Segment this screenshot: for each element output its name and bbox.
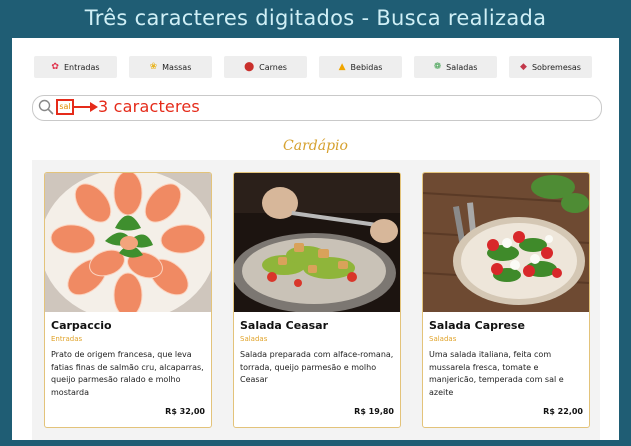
dessert-icon: ◆ (520, 61, 527, 72)
category-bar: ✿ Entradas ❀ Massas ⬤ Carnes ▲ Bebidas ❁… (34, 56, 592, 78)
meat-icon: ⬤ (244, 61, 255, 72)
category-label: Carnes (259, 62, 287, 72)
category-button-carnes[interactable]: ⬤ Carnes (224, 56, 307, 78)
item-name: Salada Ceasar (240, 319, 329, 332)
pasta-icon: ❀ (149, 61, 158, 72)
item-description: Uma salada italiana, feita com mussarela… (429, 350, 564, 397)
caesar-salad-photo (234, 173, 400, 313)
drink-icon: ▲ (338, 61, 346, 72)
menu-card-salada-ceasar[interactable]: Salada Ceasar Saladas Salada preparada c… (233, 172, 401, 428)
item-price: R$ 19,80 (354, 407, 394, 416)
menu-card-carpaccio[interactable]: Carpaccio Entradas Prato de origem franc… (44, 172, 212, 428)
item-category: Saladas (429, 335, 457, 343)
annotation-label: 3 caracteres (98, 97, 200, 116)
category-button-bebidas[interactable]: ▲ Bebidas (319, 56, 402, 78)
category-button-sobremesas[interactable]: ◆ Sobremesas (509, 56, 592, 78)
caprese-salad-photo (423, 173, 589, 312)
carpaccio-photo (45, 173, 211, 321)
starter-icon: ✿ (51, 61, 59, 72)
menu-title: Cardápio (283, 138, 348, 154)
item-name: Salada Caprese (429, 319, 525, 332)
item-category: Saladas (240, 335, 268, 343)
category-label: Bebidas (350, 62, 383, 72)
salad-icon: ❁ (433, 61, 442, 72)
category-button-entradas[interactable]: ✿ Entradas (34, 56, 117, 78)
category-button-massas[interactable]: ❀ Massas (129, 56, 212, 78)
menu-card-salada-caprese[interactable]: Salada Caprese Saladas Uma salada italia… (422, 172, 590, 428)
category-label: Saladas (446, 62, 478, 72)
item-price: R$ 32,00 (165, 407, 205, 416)
category-label: Massas (162, 62, 192, 72)
category-button-saladas[interactable]: ❁ Saladas (414, 56, 497, 78)
item-description: Prato de origem francesa, que leva fatia… (51, 350, 204, 397)
item-price: R$ 22,00 (543, 407, 583, 416)
app-screen: ✿ Entradas ❀ Massas ⬤ Carnes ▲ Bebidas ❁… (12, 38, 619, 440)
item-category: Entradas (51, 335, 83, 343)
slide-title: Três caracteres digitados - Busca realiz… (84, 6, 547, 30)
item-name: Carpaccio (51, 319, 112, 332)
category-label: Entradas (63, 62, 100, 72)
item-description: Salada preparada com alface-romana, torr… (240, 350, 394, 384)
search-query-text: sal (56, 99, 74, 115)
annotation-arrow-icon (74, 102, 98, 112)
category-label: Sobremesas (531, 62, 581, 72)
search-icon (38, 99, 54, 115)
menu-grid: Carpaccio Entradas Prato de origem franc… (32, 160, 600, 440)
